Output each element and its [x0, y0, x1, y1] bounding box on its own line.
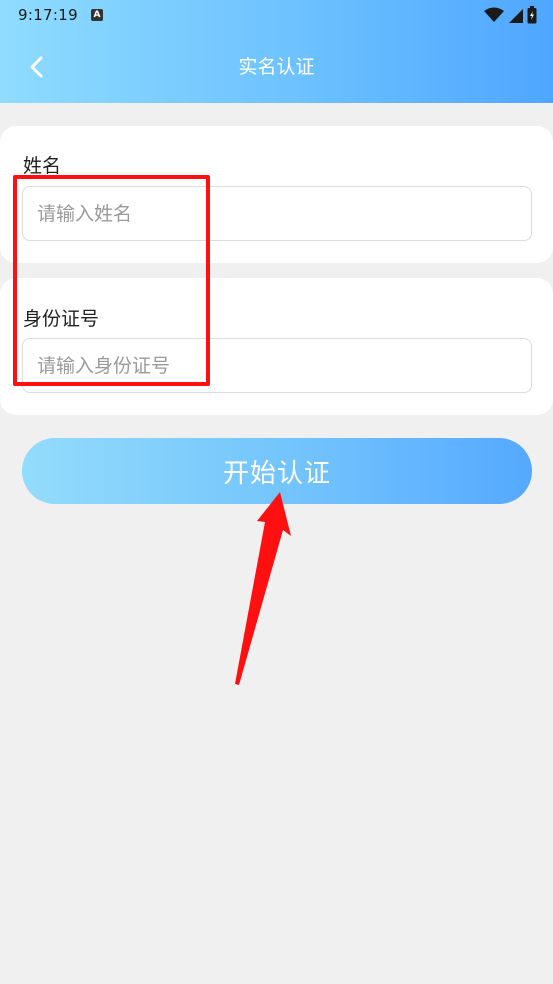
app-header: 9:17:19 A 实名认证	[0, 0, 553, 103]
name-card: 姓名	[0, 126, 553, 263]
signal-icon	[509, 8, 523, 23]
wifi-icon	[484, 7, 504, 22]
start-verification-button[interactable]: 开始认证	[22, 438, 532, 504]
battery-icon	[527, 6, 537, 24]
id-number-input[interactable]	[22, 338, 532, 393]
id-number-label: 身份证号	[23, 308, 100, 330]
status-icons	[484, 6, 537, 24]
name-label: 姓名	[23, 155, 62, 177]
page-title: 实名认证	[238, 56, 315, 78]
name-input[interactable]	[22, 186, 532, 241]
id-card: 身份证号	[0, 278, 553, 415]
status-bar: 9:17:19 A	[0, 0, 553, 32]
status-time: 9:17:19	[18, 6, 78, 24]
notification-badge: A	[91, 9, 103, 21]
